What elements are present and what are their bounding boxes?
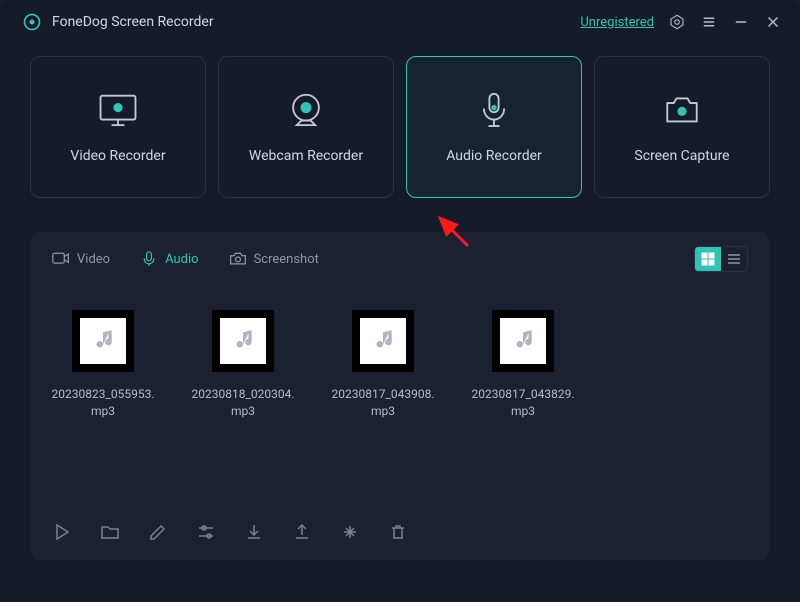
mode-screen-capture[interactable]: Screen Capture — [594, 56, 770, 198]
file-item[interactable]: 20230817_043908.mp3 — [330, 310, 436, 421]
title-right: Unregistered — [580, 13, 782, 31]
title-bar: FoneDog Screen Recorder Unregistered — [0, 0, 800, 44]
mode-label: Screen Capture — [634, 148, 729, 164]
webcam-icon — [283, 90, 329, 130]
file-name: 20230817_043908.mp3 — [330, 386, 436, 421]
mode-label: Video Recorder — [70, 148, 165, 164]
sliders-icon[interactable] — [196, 522, 216, 542]
file-thumbnail — [352, 310, 414, 372]
file-item[interactable]: 20230818_020304.mp3 — [190, 310, 296, 421]
mode-video-recorder[interactable]: Video Recorder — [30, 56, 206, 198]
tabs-left: Video Audio Screenshot — [52, 251, 319, 267]
music-note-icon — [510, 328, 536, 354]
mode-label: Audio Recorder — [446, 148, 542, 164]
file-name: 20230818_020304.mp3 — [190, 386, 296, 421]
app-title: FoneDog Screen Recorder — [52, 14, 214, 30]
tab-label: Screenshot — [254, 252, 319, 267]
app-window: FoneDog Screen Recorder Unregistered — [0, 0, 800, 602]
settings-icon[interactable] — [668, 13, 686, 31]
microphone-icon — [471, 90, 517, 130]
library-panel: Video Audio Screenshot — [30, 232, 770, 560]
file-thumbnail — [492, 310, 554, 372]
mode-webcam-recorder[interactable]: Webcam Recorder — [218, 56, 394, 198]
tab-label: Video — [77, 252, 110, 267]
tab-video[interactable]: Video — [52, 251, 110, 267]
file-thumbnail — [212, 310, 274, 372]
grid-view-button[interactable] — [695, 247, 721, 271]
play-icon[interactable] — [52, 522, 72, 542]
camera-icon — [659, 90, 705, 130]
view-toggles — [694, 246, 748, 272]
tab-audio[interactable]: Audio — [140, 251, 198, 267]
music-note-icon — [370, 328, 396, 354]
action-bar — [30, 522, 770, 560]
file-grid: 20230823_055953.mp3 20230818_020304.mp3 … — [30, 282, 770, 522]
edit-icon[interactable] — [148, 522, 168, 542]
library-tabs: Video Audio Screenshot — [30, 232, 770, 282]
share-icon[interactable] — [292, 522, 312, 542]
file-thumbnail — [72, 310, 134, 372]
tab-screenshot[interactable]: Screenshot — [229, 251, 319, 267]
app-logo-icon — [22, 12, 42, 32]
convert-icon[interactable] — [340, 522, 360, 542]
music-note-icon — [230, 328, 256, 354]
unregistered-link[interactable]: Unregistered — [580, 15, 654, 30]
close-icon[interactable] — [764, 13, 782, 31]
file-item[interactable]: 20230823_055953.mp3 — [50, 310, 156, 421]
minimize-icon[interactable] — [732, 13, 750, 31]
mode-label: Webcam Recorder — [249, 148, 363, 164]
title-left: FoneDog Screen Recorder — [22, 12, 214, 32]
tab-label: Audio — [165, 252, 198, 267]
monitor-record-icon — [95, 90, 141, 130]
menu-icon[interactable] — [700, 13, 718, 31]
trash-icon[interactable] — [388, 522, 408, 542]
list-view-button[interactable] — [721, 247, 747, 271]
file-name: 20230823_055953.mp3 — [50, 386, 156, 421]
file-item[interactable]: 20230817_043829.mp3 — [470, 310, 576, 421]
download-icon[interactable] — [244, 522, 264, 542]
folder-icon[interactable] — [100, 522, 120, 542]
mode-cards: Video Recorder Webcam Recorder — [0, 44, 800, 198]
file-name: 20230817_043829.mp3 — [470, 386, 576, 421]
music-note-icon — [90, 328, 116, 354]
mode-audio-recorder[interactable]: Audio Recorder — [406, 56, 582, 198]
